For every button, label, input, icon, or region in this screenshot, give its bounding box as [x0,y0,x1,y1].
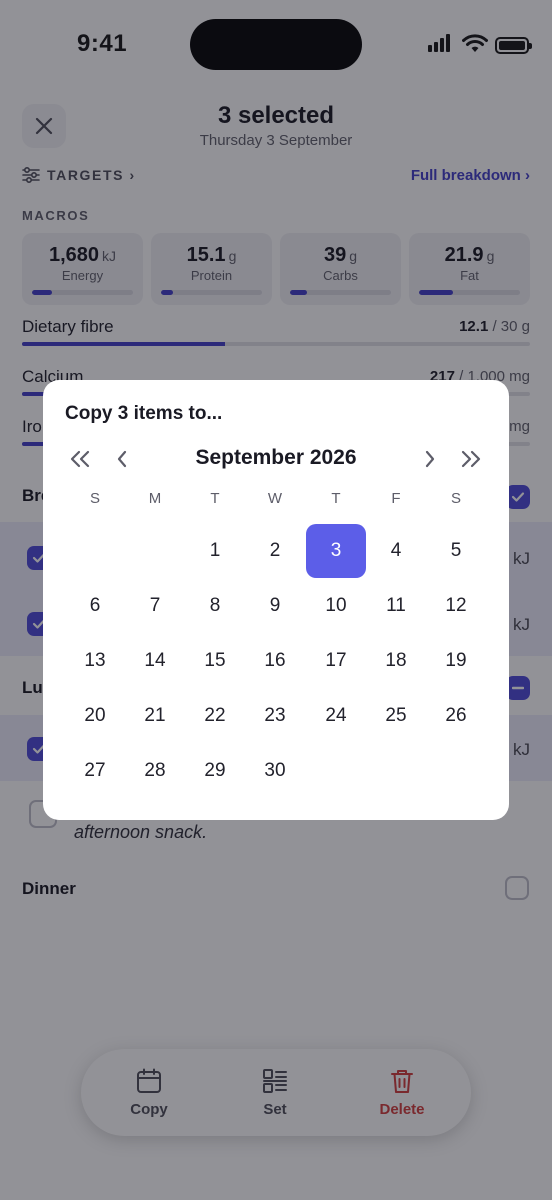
weekday-header: S [89,490,100,507]
calendar-day[interactable]: 10 [306,579,366,633]
calendar-day[interactable]: 14 [125,634,185,688]
dialog-title: Copy 3 items to... [65,403,223,424]
calendar-day[interactable]: 29 [185,744,245,798]
calendar-day[interactable]: 26 [426,689,486,743]
calendar-day[interactable]: 15 [185,634,245,688]
weekday-header: W [267,490,283,507]
calendar-day[interactable]: 9 [245,579,305,633]
calendar-day[interactable]: 18 [366,634,426,688]
weekday-header: S [450,490,461,507]
calendar-day[interactable]: 4 [366,524,426,578]
calendar-day[interactable]: 2 [245,524,305,578]
calendar-day[interactable]: 7 [125,579,185,633]
calendar-day[interactable]: 11 [366,579,426,633]
weekday-header: F [391,490,401,507]
weekday-header: T [331,490,341,507]
calendar-day[interactable]: 5 [426,524,486,578]
calendar-day[interactable]: 28 [125,744,185,798]
calendar-day[interactable]: 24 [306,689,366,743]
calendar-day[interactable]: 12 [426,579,486,633]
double-chevron-right-icon [461,450,481,468]
chevron-right-icon [425,450,435,468]
calendar-day[interactable]: 8 [185,579,245,633]
weekday-header: M [148,490,162,507]
calendar-day-selected[interactable]: 3 [306,524,366,578]
next-month-button[interactable] [415,446,445,472]
calendar-day[interactable]: 1 [185,524,245,578]
calendar-day[interactable]: 19 [426,634,486,688]
calendar-day[interactable]: 6 [65,579,125,633]
weekday-header: T [210,490,220,507]
calendar-day[interactable]: 23 [245,689,305,743]
copy-to-date-dialog: Copy 3 items to... September 2026 S M T … [43,380,509,820]
calendar-day[interactable]: 25 [366,689,426,743]
calendar-day[interactable]: 30 [245,744,305,798]
calendar-day[interactable]: 21 [125,689,185,743]
calendar-day[interactable]: 27 [65,744,125,798]
next-year-button[interactable] [456,446,486,472]
calendar-day[interactable]: 16 [245,634,305,688]
calendar-day[interactable]: 17 [306,634,366,688]
calendar-day[interactable]: 13 [65,634,125,688]
calendar-day[interactable]: 20 [65,689,125,743]
calendar-day[interactable]: 22 [185,689,245,743]
